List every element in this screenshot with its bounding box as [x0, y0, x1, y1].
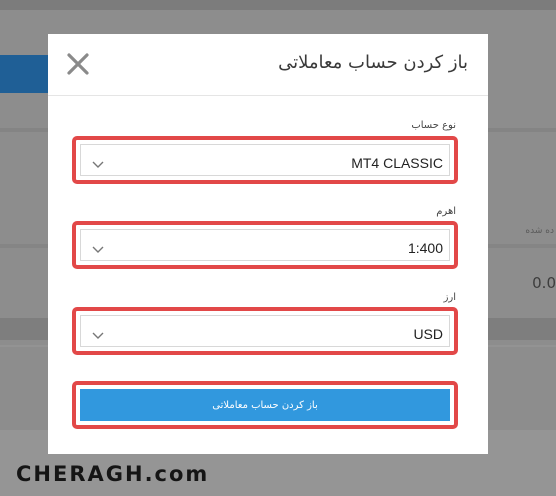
leverage-select-highlight: 1:400	[72, 221, 458, 269]
leverage-label: اهرم	[436, 206, 456, 217]
leverage-select[interactable]: 1:400	[80, 229, 450, 261]
currency-label: ارز	[443, 292, 456, 303]
chevron-down-icon	[91, 327, 105, 341]
cheragh-logo: CHERAGH.com	[16, 462, 210, 486]
open-account-button[interactable]: باز کردن حساب معاملاتی	[80, 389, 450, 421]
modal-header: باز کردن حساب معاملاتی	[48, 34, 488, 96]
account-type-select-highlight: MT4 CLASSIC	[72, 136, 458, 184]
modal-title: باز کردن حساب معاملاتی	[278, 52, 468, 73]
submit-button-highlight: باز کردن حساب معاملاتی	[72, 381, 458, 429]
chevron-down-icon	[91, 156, 105, 170]
currency-select[interactable]: USD	[80, 315, 450, 347]
background-top-bar	[0, 0, 556, 10]
close-icon	[67, 53, 89, 75]
background-column-label: ده شده	[525, 226, 554, 236]
open-trading-account-modal: باز کردن حساب معاملاتی نوع حساب MT4 CLAS…	[48, 34, 488, 454]
background-value: 0.0	[532, 274, 556, 292]
chevron-down-icon	[91, 241, 105, 255]
currency-select-highlight: USD	[72, 307, 458, 355]
currency-value: USD	[413, 326, 443, 342]
leverage-value: 1:400	[407, 240, 443, 256]
account-type-label: نوع حساب	[411, 120, 456, 131]
background-blue-button	[0, 55, 48, 93]
account-type-select[interactable]: MT4 CLASSIC	[80, 144, 450, 176]
account-type-value: MT4 CLASSIC	[351, 155, 443, 171]
close-button[interactable]	[64, 50, 92, 78]
